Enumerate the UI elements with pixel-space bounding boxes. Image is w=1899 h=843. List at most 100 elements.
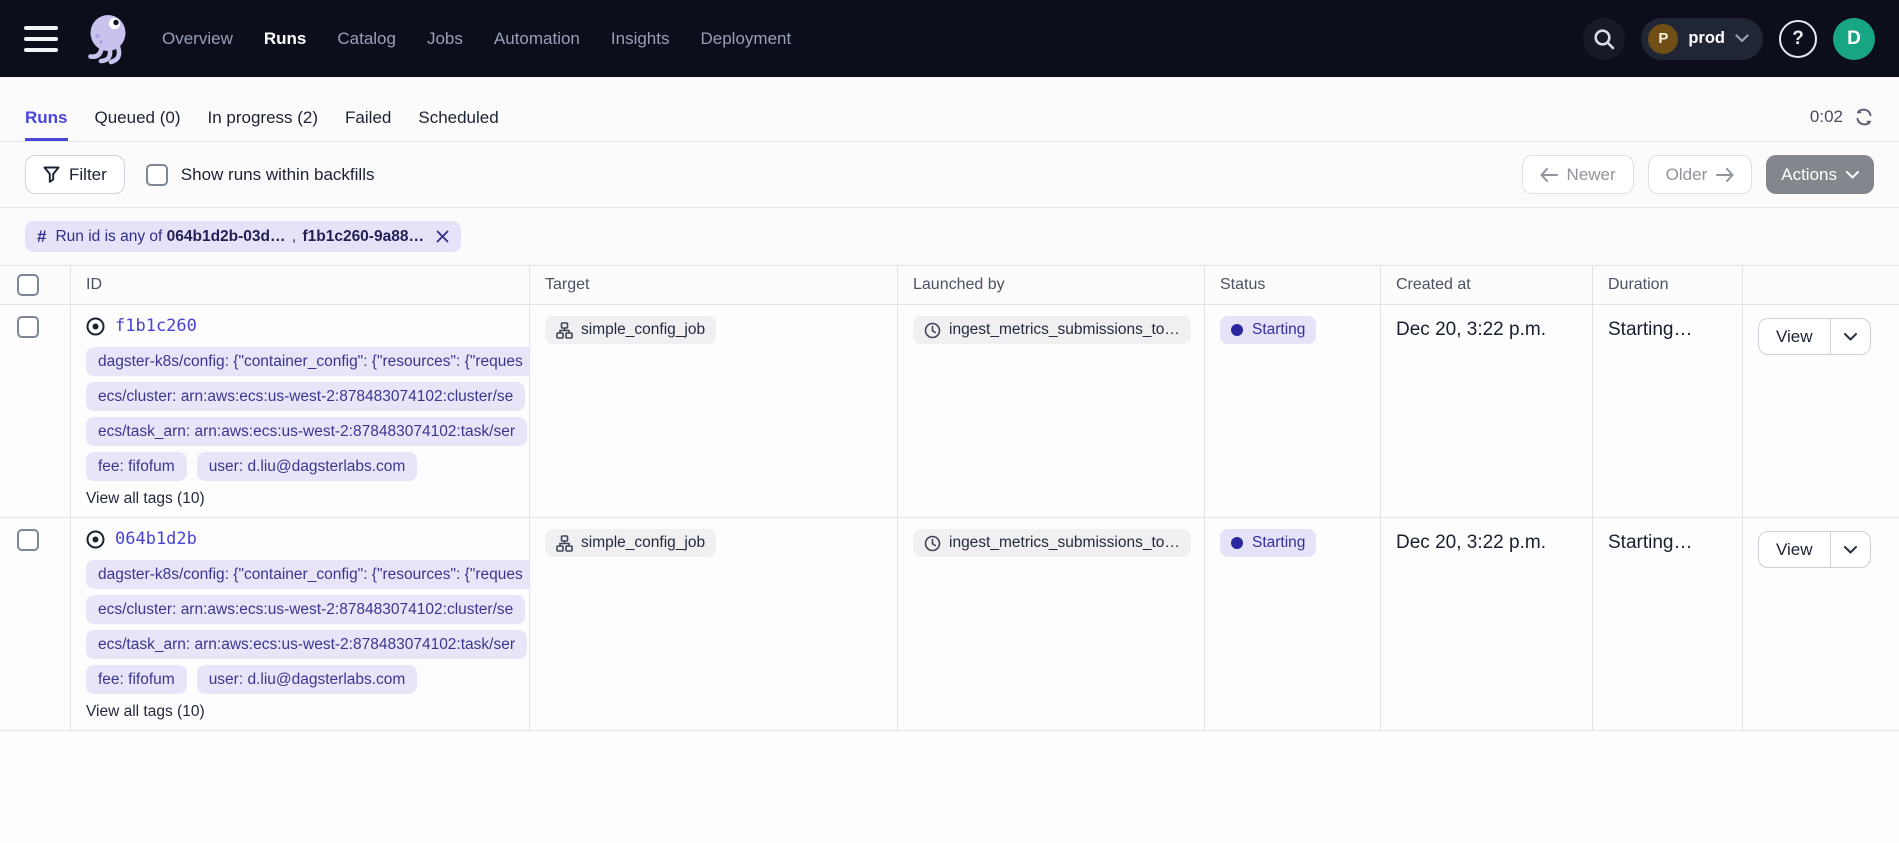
run-status-icon [86, 317, 105, 336]
view-all-tags-link[interactable]: View all tags (10) [86, 703, 529, 721]
table-row [0, 305, 70, 518]
status-cell: Starting [1204, 518, 1380, 731]
nav-catalog[interactable]: Catalog [337, 29, 396, 49]
tag-ecs-task-arn[interactable]: ecs/task_arn: arn:aws:ecs:us-west-2:8784… [86, 630, 527, 659]
run-tags: dagster-k8s/config: {"container_config":… [86, 347, 529, 481]
launched-by-pill[interactable]: ingest_metrics_submissions_to… [913, 316, 1191, 344]
active-filters-row: # Run id is any of 064b1d2b-03d… , f1b1c… [0, 208, 1899, 265]
tag-dagster-k8s-config[interactable]: dagster-k8s/config: {"container_config":… [86, 347, 529, 376]
job-icon [556, 322, 573, 339]
col-header-launched-by: Launched by [897, 265, 1204, 305]
top-nav: Overview Runs Catalog Jobs Automation In… [0, 0, 1899, 77]
job-pill[interactable]: simple_config_job [545, 529, 716, 557]
filter-chip-text: Run id is any of 064b1d2b-03d… , f1b1c26… [55, 228, 423, 246]
chevron-down-icon [1844, 333, 1857, 341]
col-header-status: Status [1204, 265, 1380, 305]
chevron-down-icon [1846, 171, 1859, 179]
run-id-cell: 064b1d2b dagster-k8s/config: {"container… [70, 518, 529, 731]
view-caret-button[interactable] [1830, 532, 1870, 567]
duration-cell: Starting… [1592, 305, 1742, 518]
select-all-checkbox[interactable] [17, 274, 39, 296]
target-cell: simple_config_job [529, 518, 897, 731]
tag-ecs-task-arn[interactable]: ecs/task_arn: arn:aws:ecs:us-west-2:8784… [86, 417, 527, 446]
deployment-switcher[interactable]: P prod [1641, 18, 1763, 60]
clock-icon [924, 322, 941, 339]
nav-jobs[interactable]: Jobs [427, 29, 463, 49]
clock-icon [924, 535, 941, 552]
status-dot-icon [1231, 324, 1243, 336]
row-checkbox[interactable] [17, 529, 39, 551]
main-nav-links: Overview Runs Catalog Jobs Automation In… [162, 29, 791, 49]
refresh-countdown: 0:02 [1810, 107, 1843, 127]
runs-table: ID Target Launched by Status Created at … [0, 265, 1899, 731]
search-icon[interactable] [1583, 18, 1625, 60]
tab-in-progress[interactable]: In progress (2) [208, 108, 319, 141]
help-icon[interactable]: ? [1779, 20, 1817, 58]
tab-scheduled[interactable]: Scheduled [418, 108, 498, 141]
duration-cell: Starting… [1592, 518, 1742, 731]
nav-insights[interactable]: Insights [611, 29, 670, 49]
run-id-link[interactable]: 064b1d2b [115, 529, 197, 549]
filter-run-id-2: f1b1c260-9a88… [302, 228, 424, 245]
view-split-button: View [1758, 531, 1871, 568]
tab-runs[interactable]: Runs [25, 108, 68, 141]
run-id-filter-chip[interactable]: # Run id is any of 064b1d2b-03d… , f1b1c… [25, 221, 461, 252]
tag-dagster-k8s-config[interactable]: dagster-k8s/config: {"container_config":… [86, 560, 529, 589]
launched-by-cell: ingest_metrics_submissions_to… [897, 518, 1204, 731]
launched-by-pill[interactable]: ingest_metrics_submissions_to… [913, 529, 1191, 557]
tag-fee[interactable]: fee: fifofum [86, 665, 187, 694]
older-button[interactable]: Older [1648, 155, 1753, 194]
menu-icon[interactable] [24, 26, 58, 52]
view-all-tags-link[interactable]: View all tags (10) [86, 490, 529, 508]
tag-ecs-cluster[interactable]: ecs/cluster: arn:aws:ecs:us-west-2:87848… [86, 382, 525, 411]
tag-user[interactable]: user: d.liu@dagsterlabs.com [197, 452, 418, 481]
refresh-icon[interactable] [1854, 107, 1874, 127]
backfills-checkbox[interactable] [146, 164, 168, 186]
nav-runs[interactable]: Runs [264, 29, 307, 49]
status-badge: Starting [1220, 316, 1316, 344]
run-tags: dagster-k8s/config: {"container_config":… [86, 560, 529, 694]
backfills-label: Show runs within backfills [181, 165, 375, 185]
tag-ecs-cluster[interactable]: ecs/cluster: arn:aws:ecs:us-west-2:87848… [86, 595, 525, 624]
filter-run-id-1: 064b1d2b-03d… [167, 228, 286, 245]
dagster-logo-icon[interactable] [80, 11, 132, 67]
remove-filter-icon[interactable] [436, 230, 449, 243]
run-id-link[interactable]: f1b1c260 [115, 316, 197, 336]
run-status-icon [86, 530, 105, 549]
row-checkbox[interactable] [17, 316, 39, 338]
job-icon [556, 535, 573, 552]
job-pill[interactable]: simple_config_job [545, 316, 716, 344]
funnel-icon [43, 166, 60, 183]
runs-tabs-bar: Runs Queued (0) In progress (2) Failed S… [0, 77, 1899, 142]
nav-automation[interactable]: Automation [494, 29, 580, 49]
tab-queued[interactable]: Queued (0) [95, 108, 181, 141]
nav-overview[interactable]: Overview [162, 29, 233, 49]
view-split-button: View [1758, 318, 1871, 355]
col-header-target: Target [529, 265, 897, 305]
tab-failed[interactable]: Failed [345, 108, 391, 141]
hash-icon: # [37, 227, 46, 247]
col-header-duration: Duration [1592, 265, 1742, 305]
arrow-left-icon [1540, 168, 1558, 182]
run-id-cell: f1b1c260 dagster-k8s/config: {"container… [70, 305, 529, 518]
runs-tabs: Runs Queued (0) In progress (2) Failed S… [25, 108, 499, 141]
deployment-avatar: P [1648, 24, 1678, 54]
arrow-right-icon [1716, 168, 1734, 182]
view-button[interactable]: View [1759, 319, 1830, 354]
user-avatar[interactable]: D [1833, 18, 1875, 60]
actions-button[interactable]: Actions [1766, 155, 1874, 194]
created-at-cell: Dec 20, 3:22 p.m. [1380, 305, 1592, 518]
table-row [0, 518, 70, 731]
view-caret-button[interactable] [1830, 319, 1870, 354]
chevron-down-icon [1735, 34, 1749, 43]
col-header-id: ID [70, 265, 529, 305]
filter-button[interactable]: Filter [25, 155, 125, 194]
status-dot-icon [1231, 537, 1243, 549]
status-cell: Starting [1204, 305, 1380, 518]
view-button[interactable]: View [1759, 532, 1830, 567]
nav-deployment[interactable]: Deployment [700, 29, 791, 49]
deployment-name: prod [1688, 29, 1725, 48]
tag-user[interactable]: user: d.liu@dagsterlabs.com [197, 665, 418, 694]
tag-fee[interactable]: fee: fifofum [86, 452, 187, 481]
newer-button[interactable]: Newer [1522, 155, 1634, 194]
